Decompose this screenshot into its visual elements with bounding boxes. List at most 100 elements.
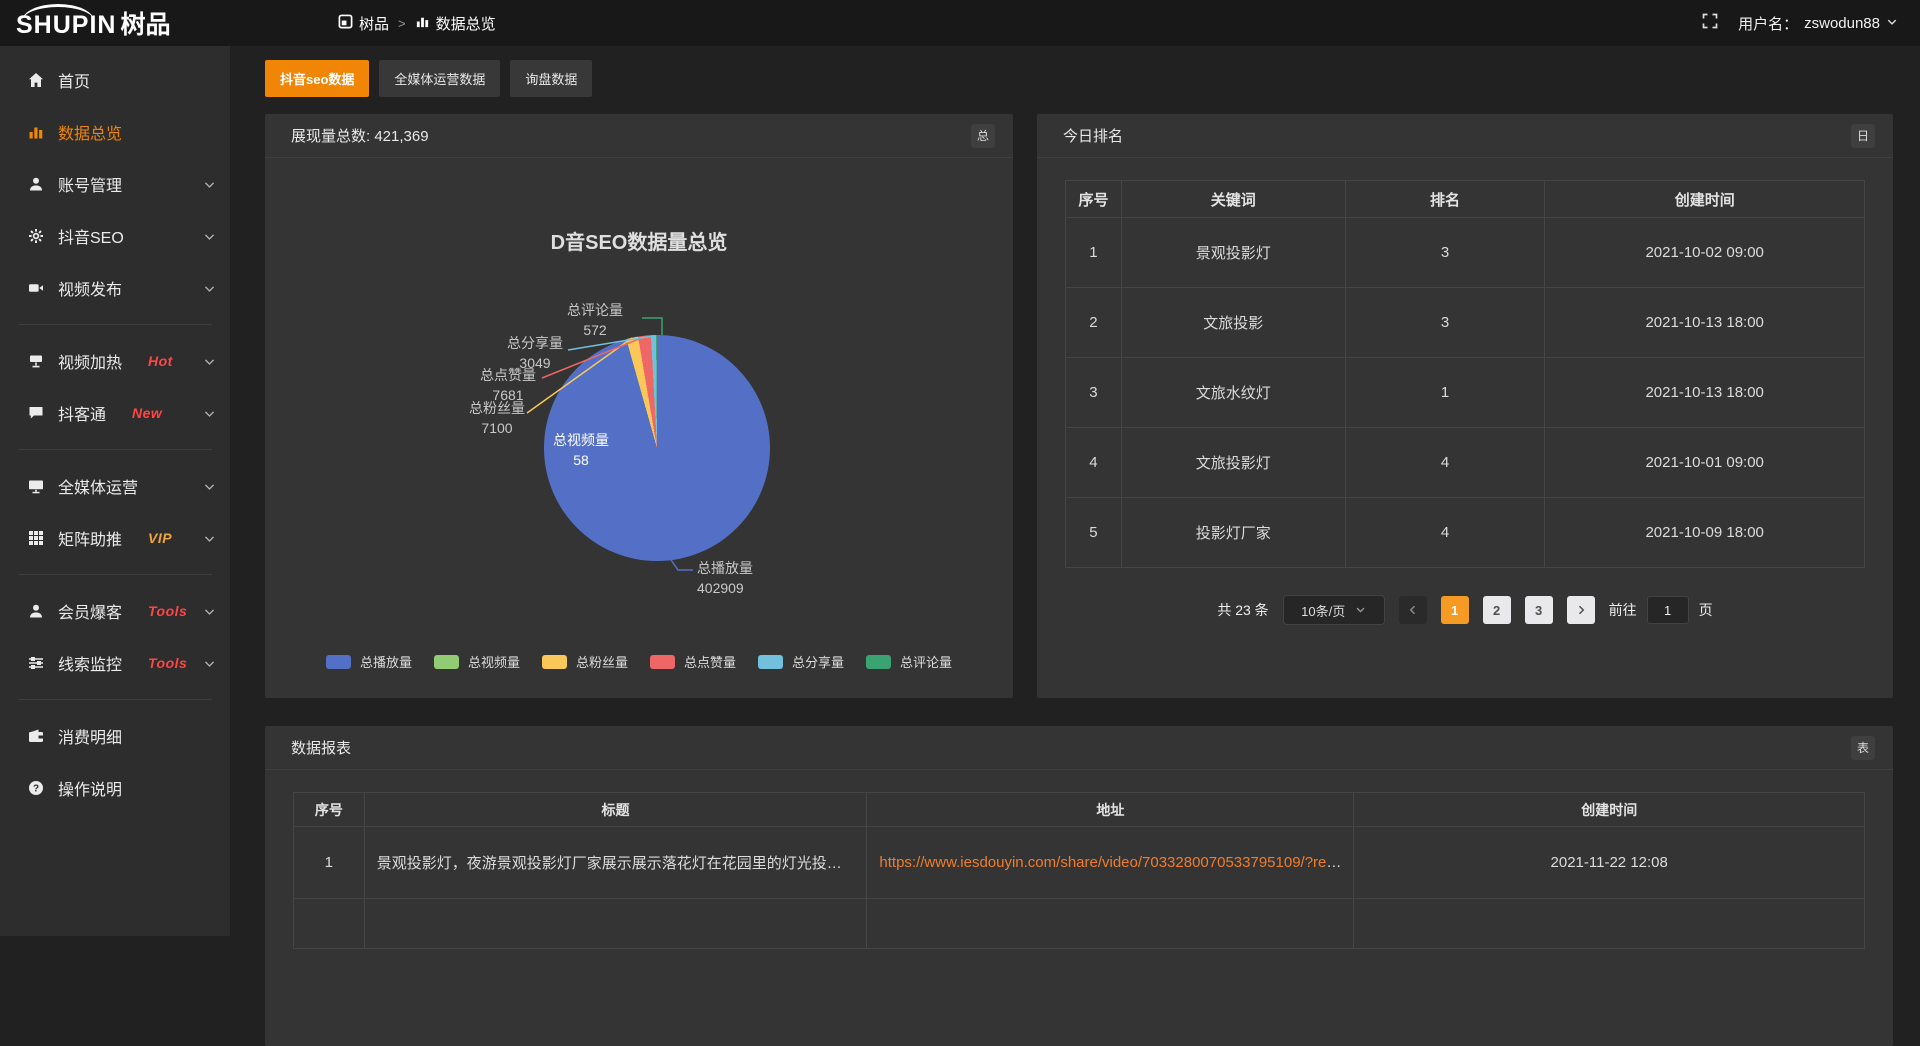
video-camera-icon (27, 280, 44, 296)
chevron-down-icon (203, 480, 216, 493)
sidebar-item-video-heat[interactable]: 视频加热 Hot (0, 335, 230, 387)
breadcrumb-item-current[interactable]: 数据总览 (415, 13, 496, 34)
tab-douyin-seo-data[interactable]: 抖音seo数据 (265, 60, 369, 97)
tab-all-media-data[interactable]: 全媒体运营数据 (379, 60, 500, 97)
chevron-down-icon (203, 355, 216, 368)
breadcrumb-label: 树品 (359, 13, 389, 34)
sidebar-item-douketong[interactable]: 抖客通 New (0, 387, 230, 439)
cell-url: https://www.iesdouyin.com/share/video/70… (867, 827, 1354, 899)
sidebar-item-matrix-boost[interactable]: 矩阵助推 VIP (0, 512, 230, 564)
daily-badge[interactable]: 日 (1851, 124, 1875, 148)
page-jump-input[interactable] (1647, 596, 1689, 624)
sidebar-item-all-media[interactable]: 全媒体运营 (0, 460, 230, 512)
sidebar-item-home[interactable]: 首页 (0, 54, 230, 106)
sidebar-divider (18, 324, 212, 325)
legend-item[interactable]: 总点赞量 (650, 652, 736, 671)
cell-created: 2021-11-22 12:08 (1354, 827, 1865, 899)
app-logo: SHUPIN 树品 (0, 5, 230, 41)
cell-title: 景观投影灯，夜游景观投影灯厂家展示展示落花灯在花园里的灯光投影应用效果 # (364, 827, 867, 899)
sidebar-item-video-publish[interactable]: 视频发布 (0, 262, 230, 314)
chevron-down-icon (203, 532, 216, 545)
page-button-2[interactable]: 2 (1483, 596, 1511, 624)
table-row: 2 文旅投影 3 2021-10-13 18:00 (1066, 288, 1865, 358)
user-label: 用户名： (1738, 13, 1798, 34)
cell-created: 2021-10-13 18:00 (1545, 288, 1865, 358)
user-menu[interactable]: 用户名： zswodun88 (1738, 13, 1898, 34)
app-grid-icon (338, 14, 353, 33)
sidebar-item-spending-detail[interactable]: 消费明细 (0, 710, 230, 762)
new-badge: New (132, 405, 162, 421)
legend-swatch (866, 655, 891, 669)
tab-inquiry-data[interactable]: 询盘数据 (510, 60, 592, 97)
gear-icon (27, 228, 44, 244)
cell-keyword: 文旅投影 (1121, 288, 1345, 358)
next-page-button[interactable] (1567, 596, 1595, 624)
cell-rank: 4 (1345, 428, 1545, 498)
legend-item[interactable]: 总粉丝量 (542, 652, 628, 671)
ranking-table: 序号 关键词 排名 创建时间 1 景观投影灯 3 2021-10-02 09:0… (1065, 180, 1865, 568)
page-button-3[interactable]: 3 (1525, 596, 1553, 624)
sidebar-item-account[interactable]: 账号管理 (0, 158, 230, 210)
today-ranking-panel: 今日排名 日 序号 关键词 排名 创建时间 1 (1037, 114, 1893, 698)
sidebar-item-label: 视频加热 (58, 349, 122, 373)
sidebar-item-lead-monitor[interactable]: 线索监控 Tools (0, 637, 230, 689)
chevron-down-icon (203, 230, 216, 243)
cell-rank: 4 (1345, 498, 1545, 568)
pie-label-plays: 总播放量402909 (697, 559, 827, 598)
video-link[interactable]: https://www.iesdouyin.com/share/video/70… (879, 854, 1354, 871)
chevron-down-icon (203, 282, 216, 295)
summary-panel-header: 展现量总数: 421,369 总 (265, 114, 1013, 158)
question-icon: ? (27, 780, 44, 796)
chart-legend: 总播放量 总视频量 总粉丝量 (265, 652, 1013, 671)
jump-suffix: 页 (1699, 600, 1713, 620)
cell-rank: 3 (1345, 218, 1545, 288)
legend-item[interactable]: 总视频量 (434, 652, 520, 671)
data-report-panel: 数据报表 表 序号 标题 地址 创建时间 1 景观投影灯，夜游景观投影灯厂家展示… (265, 726, 1893, 1046)
page-jump: 前往 页 (1609, 596, 1713, 624)
prev-page-button[interactable] (1399, 596, 1427, 624)
chat-bubble-icon (27, 405, 44, 421)
cell-index: 1 (1066, 218, 1122, 288)
pagination: 共 23 条 10条/页 1 2 3 前往 页 (1037, 595, 1893, 625)
cell-rank: 3 (1345, 288, 1545, 358)
sidebar-item-label: 视频发布 (58, 276, 122, 300)
col-keyword: 关键词 (1121, 181, 1345, 218)
cell-created: 2021-10-13 18:00 (1545, 358, 1865, 428)
sidebar-item-label: 全媒体运营 (58, 474, 138, 498)
user-name: zswodun88 (1804, 15, 1880, 32)
jump-label: 前往 (1609, 600, 1637, 620)
monitor-icon (27, 478, 44, 494)
legend-item[interactable]: 总分享量 (758, 652, 844, 671)
page-size-select[interactable]: 10条/页 (1283, 595, 1385, 625)
fullscreen-icon[interactable] (1702, 13, 1718, 33)
sidebar-item-douyin-seo[interactable]: 抖音SEO (0, 210, 230, 262)
data-source-tabs: 抖音seo数据 全媒体运营数据 询盘数据 (265, 60, 1893, 97)
sidebar: 首页 数据总览 账号管理 抖音SEO 视频发布 视频加热 Hot 抖客通 New… (0, 46, 230, 936)
sidebar-item-label: 操作说明 (58, 776, 122, 800)
total-badge[interactable]: 总 (971, 124, 995, 148)
cell-keyword: 投影灯厂家 (1121, 498, 1345, 568)
table-row-partial (294, 899, 1865, 949)
legend-item[interactable]: 总评论量 (866, 652, 952, 671)
grid-icon (27, 530, 44, 546)
legend-label: 总粉丝量 (576, 652, 628, 671)
breadcrumb-item-home[interactable]: 树品 (338, 13, 389, 34)
legend-item[interactable]: 总播放量 (326, 652, 412, 671)
page-button-1[interactable]: 1 (1441, 596, 1469, 624)
table-badge[interactable]: 表 (1851, 736, 1875, 760)
col-title: 标题 (364, 793, 867, 827)
sidebar-item-label: 抖音SEO (58, 224, 124, 248)
person-icon (27, 603, 44, 619)
sidebar-item-data-overview[interactable]: 数据总览 (0, 106, 230, 158)
legend-swatch (650, 655, 675, 669)
impressions-total: 展现量总数: 421,369 (291, 125, 429, 146)
cell-created: 2021-10-01 09:00 (1545, 428, 1865, 498)
sidebar-item-member-burst[interactable]: 会员爆客 Tools (0, 585, 230, 637)
sidebar-item-instructions[interactable]: ? 操作说明 (0, 762, 230, 814)
sidebar-item-label: 数据总览 (58, 120, 122, 144)
table-row: 1 景观投影灯 3 2021-10-02 09:00 (1066, 218, 1865, 288)
legend-swatch (542, 655, 567, 669)
chevron-down-icon (203, 657, 216, 670)
bar-chart-icon (415, 14, 430, 33)
pie-label-fans: 总粉丝量7100 (452, 399, 542, 438)
